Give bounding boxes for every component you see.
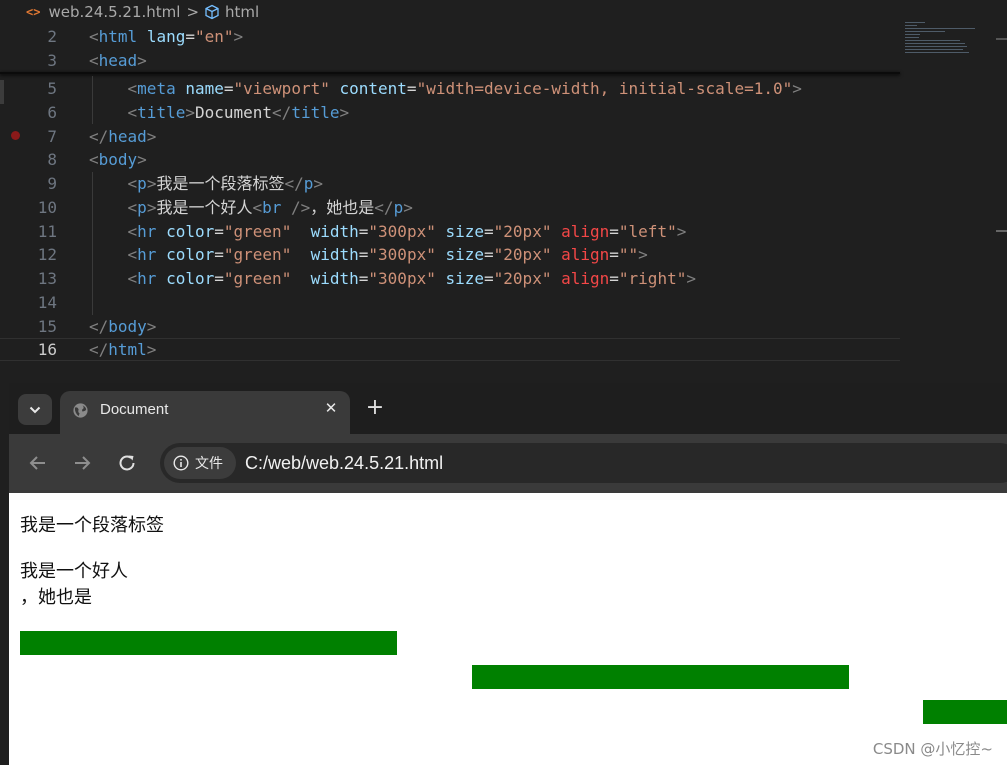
address-bar[interactable]: 文件 C:/web/web.24.5.21.html: [160, 443, 1007, 483]
code-line[interactable]: 2 <html lang="en">: [0, 25, 900, 48]
tab-document[interactable]: Document ✕: [60, 391, 350, 434]
code-text[interactable]: <html lang="en">: [89, 25, 243, 48]
line-number[interactable]: 16: [7, 339, 57, 360]
reload-icon[interactable]: [114, 450, 140, 476]
breadcrumb[interactable]: <> web.24.5.21.html > html: [26, 2, 259, 22]
line-number[interactable]: 8: [7, 148, 57, 171]
minimap[interactable]: [905, 22, 997, 60]
line-number[interactable]: 13: [7, 267, 57, 290]
paragraph-1: 我是一个段落标签: [20, 515, 164, 536]
tab-search-button[interactable]: [18, 394, 52, 425]
line-number[interactable]: 7: [7, 125, 57, 148]
code-line[interactable]: 9 <p>我是一个段落标签</p>: [0, 172, 900, 195]
line-number[interactable]: 2: [7, 25, 57, 48]
code-line[interactable]: 10 <p>我是一个好人<br />，她也是</p>: [0, 196, 900, 219]
code-line[interactable]: 5 <meta name="viewport" content="width=d…: [0, 77, 900, 100]
code-text[interactable]: <p>我是一个好人<br />，她也是</p>: [89, 196, 413, 219]
code-editor[interactable]: <> web.24.5.21.html > html 2 <html lang="…: [0, 0, 1007, 383]
code-text[interactable]: <p>我是一个段落标签</p>: [89, 172, 323, 195]
breadcrumb-file[interactable]: web.24.5.21.html: [48, 3, 180, 21]
line-number[interactable]: 5: [7, 77, 57, 100]
line-number[interactable]: 6: [7, 101, 57, 124]
line-number[interactable]: 15: [7, 315, 57, 338]
chevron-down-icon: [29, 406, 41, 413]
paragraph-2-line-1: 我是一个好人: [20, 561, 128, 582]
url-text[interactable]: C:/web/web.24.5.21.html: [245, 453, 443, 474]
site-chip-label: 文件: [195, 456, 223, 472]
code-line[interactable]: 13 <hr color="green" width="300px" size=…: [0, 267, 900, 290]
code-text[interactable]: <meta name="viewport" content="width=dev…: [89, 77, 802, 100]
code-line[interactable]: 16 </html>: [0, 338, 900, 361]
scrollbar-marker: [996, 230, 1007, 232]
back-arrow-icon[interactable]: [25, 450, 51, 476]
info-icon: [173, 455, 189, 471]
paragraph-2-line-2: ，她也是: [20, 587, 92, 608]
breadcrumb-separator: >: [186, 3, 200, 21]
browser-window: Document ✕ + 文件 C:/web/web.24.5.21.html …: [9, 383, 1007, 765]
code-line[interactable]: 6 <title>Document</title>: [0, 101, 900, 124]
hr-left: [20, 631, 397, 655]
watermark: CSDN @小忆控~: [872, 740, 993, 758]
forward-arrow-icon[interactable]: [69, 450, 95, 476]
code-line[interactable]: 8 <body>: [0, 148, 900, 171]
line-number[interactable]: 10: [7, 196, 57, 219]
line-number[interactable]: 9: [7, 172, 57, 195]
page-viewport: 我是一个段落标签 我是一个好人 ，她也是 CSDN @小忆控~: [9, 493, 1007, 765]
code-line[interactable]: 14: [0, 291, 900, 314]
hr-right: [923, 700, 1007, 724]
breadcrumb-element[interactable]: html: [225, 3, 259, 21]
tab-title: Document: [100, 401, 169, 418]
line-number[interactable]: 14: [7, 291, 57, 314]
code-text[interactable]: </body>: [89, 315, 156, 338]
tab-strip: Document ✕ +: [9, 383, 1007, 434]
line-number[interactable]: 3: [7, 49, 57, 72]
site-info-chip[interactable]: 文件: [164, 447, 236, 479]
browser-toolbar: 文件 C:/web/web.24.5.21.html: [9, 434, 1007, 493]
hr-center: [472, 665, 849, 689]
globe-icon: [73, 403, 88, 418]
cube-icon: [205, 4, 219, 20]
code-text[interactable]: <head>: [89, 49, 147, 72]
code-text[interactable]: </html>: [89, 339, 156, 360]
code-text[interactable]: <hr color="green" width="300px" size="20…: [89, 267, 696, 290]
code-line[interactable]: 11 <hr color="green" width="300px" size=…: [0, 220, 900, 243]
code-line[interactable]: 7 </head>: [0, 125, 900, 148]
line-number[interactable]: 12: [7, 243, 57, 266]
html-file-icon: <>: [26, 5, 41, 19]
scrollbar-marker: [996, 38, 1007, 40]
code-text[interactable]: <title>Document</title>: [89, 101, 350, 124]
code-line[interactable]: 3 <head>: [0, 49, 900, 72]
close-icon[interactable]: ✕: [322, 397, 340, 419]
new-tab-button[interactable]: +: [365, 395, 385, 421]
code-text[interactable]: <body>: [89, 148, 147, 171]
sticky-scroll-divider: [0, 72, 900, 74]
code-line[interactable]: 12 <hr color="green" width="300px" size=…: [0, 243, 900, 266]
code-text[interactable]: </head>: [89, 125, 156, 148]
code-line[interactable]: 15 </body>: [0, 315, 900, 338]
line-number[interactable]: 11: [7, 220, 57, 243]
code-text[interactable]: <hr color="green" width="300px" size="20…: [89, 243, 648, 266]
code-text[interactable]: <hr color="green" width="300px" size="20…: [89, 220, 687, 243]
